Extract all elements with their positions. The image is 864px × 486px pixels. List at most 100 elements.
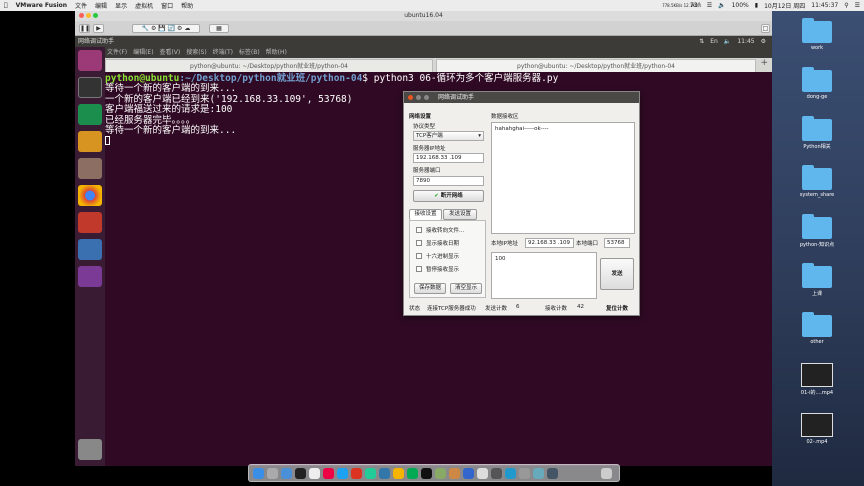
dock-trash-icon[interactable] [601,468,612,479]
desktop-folder-class[interactable]: 上课 [782,263,852,297]
desktop-folder-other[interactable]: other [782,312,852,345]
clear-display-button[interactable]: 清空显示 [450,283,482,294]
save-data-button[interactable]: 保存数据 [414,283,446,294]
term-menu-help[interactable]: 帮助(H) [266,49,287,56]
dialog-close-icon[interactable] [408,95,413,100]
net-assistant-titlebar[interactable]: 网络调试助手 [404,92,639,103]
disconnect-button[interactable]: ✔ 断开网络 [413,190,484,202]
mac-menu-view[interactable]: 显示 [115,1,127,10]
desktop-folder-dong-ge[interactable]: dong-ge [782,67,852,100]
new-tab-icon[interactable]: + [760,58,768,68]
dock-app-icon[interactable] [505,468,516,479]
recv-area[interactable]: hahahghai-----ok---- [491,122,635,234]
server-port-input[interactable]: 7890 [413,176,484,186]
dock-music-icon[interactable] [323,468,334,479]
launcher-pycharm-icon[interactable] [78,104,102,125]
minimize-icon[interactable] [86,13,91,18]
desktop-folder-work[interactable]: work [782,18,852,51]
pause-display-checkbox[interactable] [416,266,422,272]
ubuntu-network-icon[interactable]: ⇅ [699,36,704,47]
mac-menu-file[interactable]: 文件 [75,1,87,10]
dock-app-icon[interactable] [533,468,544,479]
launcher-files-icon[interactable] [78,158,102,179]
term-menu-file[interactable]: 文件(F) [107,49,127,56]
term-menu-search[interactable]: 搜索(S) [186,49,207,56]
wifi-icon[interactable]: ☰ [707,2,712,9]
desktop-video-02[interactable]: 02-.mp4 [782,413,852,445]
desktop-folder-python[interactable]: Python相关 [782,116,852,150]
ubuntu-app-title[interactable]: 网络调试助手 [78,38,114,45]
mac-app-name[interactable]: VMware Fusion [16,2,67,9]
close-icon[interactable] [79,13,84,18]
dock-app-icon[interactable] [407,468,418,479]
send-area[interactable]: 100 [491,252,597,299]
dock-app-icon[interactable] [463,468,474,479]
mac-menu-help[interactable]: 帮助 [181,1,193,10]
apple-icon[interactable]:  [4,2,8,9]
mac-menu-vm[interactable]: 虚拟机 [135,1,153,10]
term-menu-terminal[interactable]: 终端(T) [213,49,233,56]
dock-app-icon[interactable] [519,468,530,479]
desktop-folder-system-share[interactable]: system_share [782,165,852,198]
launcher-dash-icon[interactable] [78,50,102,71]
vm-tools-group[interactable]: 🔧 ⚙ 💾 🔄 ⚙ ☁ [132,24,200,33]
trash-icon[interactable] [78,439,102,460]
term-menu-tabs[interactable]: 标签(B) [239,49,260,56]
notification-icon[interactable]: ☰ [855,2,860,9]
local-ip-field[interactable]: 92.168.33 .109 [525,238,574,248]
maximize-icon[interactable] [93,13,98,18]
dialog-maximize-icon[interactable] [424,95,429,100]
term-menu-view[interactable]: 查看(V) [159,49,180,56]
tab-recv-settings[interactable]: 接收设置 [409,209,442,220]
term-menu-edit[interactable]: 编辑(E) [133,49,153,56]
dock-finder-icon[interactable] [253,468,264,479]
desktop-folder-python-knowledge[interactable]: python-知识点 [782,214,852,248]
dock-app-icon[interactable] [547,468,558,479]
reset-count-button[interactable]: 复位计数 [606,304,628,312]
protocol-select[interactable]: TCP客户端 ▾ [413,131,484,141]
launcher-sublime-icon[interactable] [78,131,102,152]
pause-button[interactable]: ❚❚ [79,24,90,33]
vm-unity-button[interactable]: □ [761,24,770,33]
ubuntu-input-icon[interactable]: En [710,36,718,47]
spotlight-icon[interactable]: ⚲ [844,2,848,9]
terminal-tab-2[interactable]: python@ubuntu: ~/Desktop/python就业班/pytho… [436,59,756,72]
mac-menu-window[interactable]: 窗口 [161,1,173,10]
dock-youdao-icon[interactable] [351,468,362,479]
launcher-app-icon[interactable] [78,266,102,287]
play-button[interactable]: ▶ [93,24,104,33]
ubuntu-settings-icon[interactable]: ⚙ [761,36,766,47]
recv-to-file-checkbox[interactable] [416,227,422,233]
launcher-network-assistant-icon[interactable] [78,239,102,260]
dialog-minimize-icon[interactable] [416,95,421,100]
vm-fullscreen-button[interactable]: ▦ [209,24,229,33]
show-date-checkbox[interactable] [416,240,422,246]
ubuntu-volume-icon[interactable]: 🔈 [724,36,731,47]
date-label[interactable]: 10月12日 周四 [764,1,805,10]
dock-terminal-icon[interactable] [421,468,432,479]
dock-safari-icon[interactable] [281,468,292,479]
launcher-terminal-icon[interactable] [78,77,102,98]
launcher-chrome-icon[interactable] [78,185,102,206]
dock-wechat-icon[interactable] [365,468,376,479]
launcher-settings-icon[interactable] [78,212,102,233]
tab-send-settings[interactable]: 发送设置 [443,209,477,220]
time-label[interactable]: 11:45:37 [811,2,838,9]
desktop-video-01[interactable]: 01-i的....mp4 [782,363,852,396]
terminal-tab-1[interactable]: python@ubuntu: ~/Desktop/python就业班/pytho… [105,59,433,72]
mac-menu-edit[interactable]: 编辑 [95,1,107,10]
dock-chrome-icon[interactable] [393,468,404,479]
dock-qq-icon[interactable] [337,468,348,479]
dock-app-icon[interactable] [295,468,306,479]
hex-display-checkbox[interactable] [416,253,422,259]
dock-app-icon[interactable] [435,468,446,479]
send-button[interactable]: 发送 [600,258,634,290]
battery-icon[interactable]: ▮ [755,2,758,9]
dock-launchpad-icon[interactable] [267,468,278,479]
ubuntu-clock[interactable]: 11:45 [737,36,754,47]
volume-icon[interactable]: 🔈 [718,2,725,9]
dock-calendar-icon[interactable] [309,468,320,479]
dock-app-icon[interactable] [379,468,390,479]
server-ip-input[interactable]: 192.168.33 .109 [413,153,484,163]
local-port-field[interactable]: 53768 [604,238,630,248]
